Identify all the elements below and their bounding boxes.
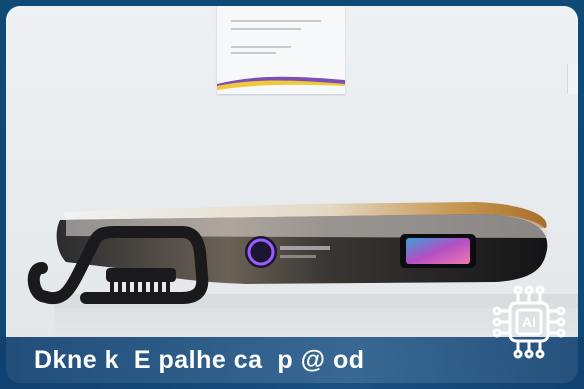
image-frame: Dkne k E palhe ca p @ od AI <box>0 0 584 389</box>
device-display <box>400 234 476 268</box>
ai-chip-icon: AI <box>492 285 566 359</box>
ai-badge-label: AI <box>522 314 536 330</box>
image-caption: Dkne k E palhe ca p @ od <box>34 346 365 374</box>
